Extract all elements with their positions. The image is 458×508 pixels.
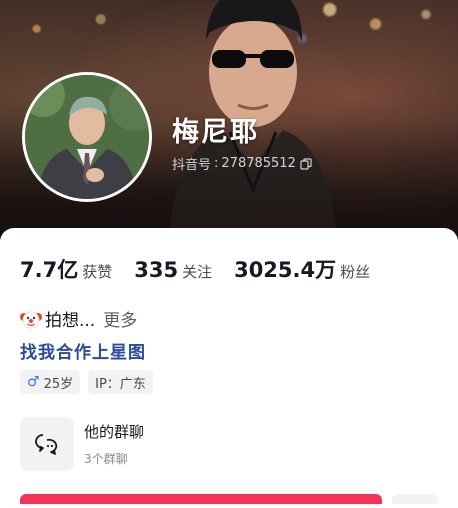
group-chat-title: 他的群聊 xyxy=(84,423,145,441)
cooperation-link[interactable]: 找我合作上星图 xyxy=(20,338,146,363)
copy-icon[interactable] xyxy=(300,157,312,170)
stat-following-value: 335 xyxy=(134,258,179,282)
follow-button[interactable] xyxy=(20,494,382,504)
message-button[interactable] xyxy=(392,494,438,504)
group-chat-icon-box xyxy=(20,417,74,471)
male-icon: ♂ xyxy=(27,374,40,390)
profile-tags: ♂ 25岁 IP：广东 xyxy=(20,370,161,394)
bio[interactable]: 拍想... 更多 xyxy=(20,306,137,331)
douyin-id-value: 278785512 xyxy=(221,156,296,171)
stat-followers-value: 3025.4万 xyxy=(234,258,337,282)
stat-followers[interactable]: 3025.4万 粉丝 xyxy=(234,254,370,284)
tag-ip-location: IP：广东 xyxy=(88,370,153,394)
stat-followers-label: 粉丝 xyxy=(340,263,371,281)
group-chat-icon xyxy=(35,434,58,455)
stats-row: 7.7亿 获赞 335 关注 3025.4万 粉丝 xyxy=(20,254,370,284)
stat-likes[interactable]: 7.7亿 获赞 xyxy=(20,254,112,284)
douyin-id-label: 抖音号 xyxy=(172,158,212,173)
douyin-id-separator: : xyxy=(214,156,219,171)
group-chat-entry[interactable]: 他的群聊 3个群聊 xyxy=(20,417,144,471)
avatar-image xyxy=(25,75,149,199)
tag-ip-text: IP：广东 xyxy=(95,376,146,392)
stat-following[interactable]: 335 关注 xyxy=(134,258,212,282)
group-chat-text: 他的群聊 3个群聊 xyxy=(84,421,144,467)
bio-more-link[interactable]: 更多 xyxy=(103,306,137,331)
group-chat-count: 3个群聊 xyxy=(84,452,128,466)
bio-text: 拍想... xyxy=(45,311,96,331)
tag-gender-age: ♂ 25岁 xyxy=(20,370,81,394)
stat-likes-value: 7.7亿 xyxy=(20,258,79,282)
stat-following-label: 关注 xyxy=(182,263,213,281)
avatar[interactable] xyxy=(25,75,149,199)
clown-emoji-icon xyxy=(20,311,42,328)
stat-likes-label: 获赞 xyxy=(82,263,113,281)
tag-age-text: 25岁 xyxy=(43,376,74,392)
nickname: 梅尼耶 xyxy=(172,117,259,148)
douyin-id[interactable]: 抖音号 : 278785512 xyxy=(172,154,312,173)
